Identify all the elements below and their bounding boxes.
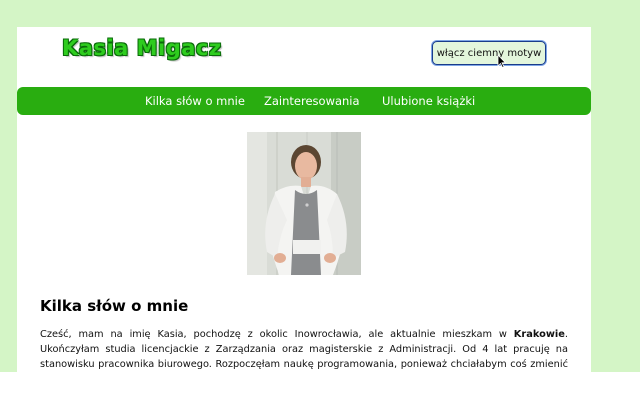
nav-item-favorite-books[interactable]: Ulubione książki (382, 87, 475, 115)
site-logo[interactable]: Kasia Migacz (62, 36, 222, 60)
browser-viewport: Kasia Migacz włącz ciemny motyw Kilka sł… (0, 0, 640, 372)
about-section-title: Kilka słów o mnie (40, 297, 189, 315)
profile-photo (247, 132, 361, 275)
page-container: Kasia Migacz włącz ciemny motyw Kilka sł… (17, 27, 591, 372)
about-text-start: Cześć, mam na imię Kasia, pochodzę z oko… (40, 329, 514, 340)
nav-item-interests[interactable]: Zainteresowania (264, 87, 360, 115)
about-text-city: Krakowie (513, 329, 565, 340)
about-paragraph: Cześć, mam na imię Kasia, pochodzę z oko… (40, 327, 568, 372)
main-navigation: Kilka słów o mnie Zainteresowania Ulubio… (17, 87, 591, 115)
dark-mode-toggle-button[interactable]: włącz ciemny motyw (432, 41, 546, 65)
nav-item-about[interactable]: Kilka słów o mnie (145, 87, 245, 115)
profile-photo-icon (247, 132, 361, 275)
mouse-cursor-icon (497, 54, 507, 68)
